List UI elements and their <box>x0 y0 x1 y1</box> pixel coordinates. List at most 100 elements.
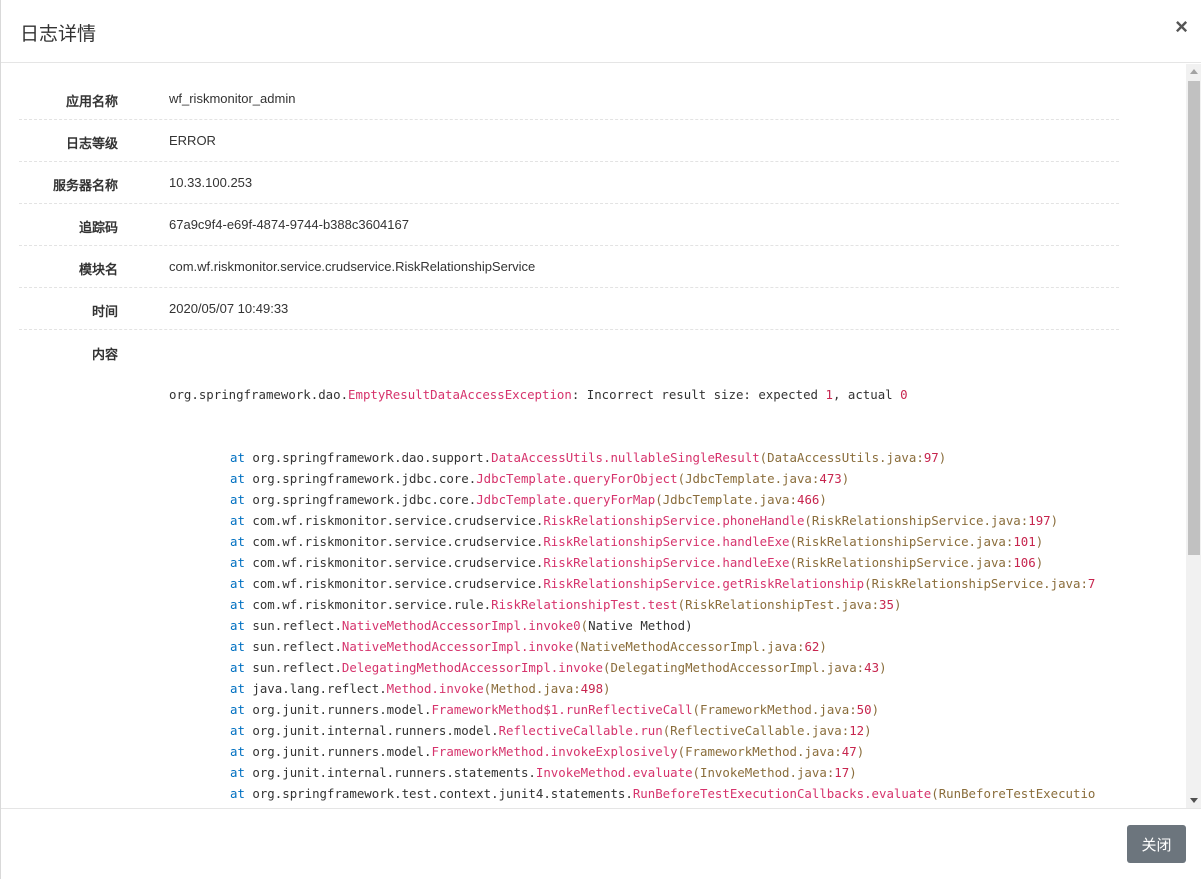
stack-frame: at org.junit.internal.runners.statements… <box>169 762 1121 783</box>
exception-package: org.springframework.dao. <box>169 387 349 402</box>
modal-title: 日志详情 <box>20 24 97 45</box>
frame-file: Native Method <box>588 618 686 633</box>
stack-frame: at org.junit.runners.model.FrameworkMeth… <box>169 699 1121 720</box>
field-value: ERROR <box>169 133 216 148</box>
at-keyword: at <box>230 639 245 654</box>
paren: ( <box>677 744 686 759</box>
modal-body[interactable]: 应用名称 wf_riskmonitor_admin 日志等级 ERROR 服务器… <box>1 64 1186 808</box>
field-label: 日志等级 <box>65 136 118 151</box>
frame-method: DataAccessUtils.nullableSingleResult <box>491 450 760 465</box>
colon: : <box>1080 576 1088 591</box>
frame-method: RiskRelationshipService.handleExe <box>543 534 790 549</box>
exception-message: : Incorrect result size: expected <box>571 387 826 402</box>
close-icon[interactable]: × <box>1175 14 1188 40</box>
frame-line: 43 <box>864 660 880 675</box>
paren: ( <box>804 513 812 528</box>
modal-footer: 关闭 <box>1 808 1201 879</box>
field-row-server-name: 服务器名称 10.33.100.253 <box>19 162 1119 204</box>
paren: ( <box>677 471 686 486</box>
log-detail-modal: 日志详情 × 应用名称 wf_riskmonitor_admin 日志等级 ER… <box>0 0 1201 879</box>
paren: ( <box>692 765 700 780</box>
at-keyword: at <box>230 513 245 528</box>
scroll-thumb[interactable] <box>1188 81 1200 555</box>
actual-count: 0 <box>900 387 908 402</box>
scroll-down-arrow-icon[interactable] <box>1190 798 1198 803</box>
frame-line: 97 <box>923 450 939 465</box>
frame-method: FrameworkMethod.invokeExplosively <box>431 744 678 759</box>
frame-file: JdbcTemplate.java <box>662 492 790 507</box>
modal-header: 日志详情 × <box>1 0 1201 63</box>
paren: ( <box>864 576 872 591</box>
frame-package: org.springframework.jdbc.core. <box>252 492 477 507</box>
at-keyword: at <box>230 534 245 549</box>
stack-frame: at org.springframework.jdbc.core.JdbcTem… <box>169 489 1121 510</box>
frame-method: FrameworkMethod$1.runReflectiveCall <box>431 702 693 717</box>
frame-line: 47 <box>841 744 857 759</box>
stack-frame: at com.wf.riskmonitor.service.crudservic… <box>169 510 1121 531</box>
field-row-trace-id: 追踪码 67a9c9f4-e69f-4874-9744-b388c3604167 <box>19 204 1119 246</box>
frame-line: 473 <box>819 471 842 486</box>
frame-line: 35 <box>879 597 894 612</box>
stack-frame: at sun.reflect.NativeMethodAccessorImpl.… <box>169 636 1121 657</box>
stack-header-line: org.springframework.dao.EmptyResultDataA… <box>169 384 1121 405</box>
stack-frame: at org.junit.internal.runners.model.Refl… <box>169 720 1121 741</box>
frame-file: JdbcTemplate.java <box>685 471 812 486</box>
frame-package: com.wf.riskmonitor.service.crudservice. <box>252 576 544 591</box>
frame-method: NativeMethodAccessorImpl.invoke <box>341 639 574 654</box>
colon: : <box>849 702 857 717</box>
frame-file: ReflectiveCallable.java <box>670 723 842 738</box>
frame-line: 197 <box>1028 513 1051 528</box>
paren: ) <box>1035 555 1044 570</box>
field-value: 2020/05/07 10:49:33 <box>169 301 289 316</box>
frame-method: NativeMethodAccessorImpl.invoke0 <box>341 618 581 633</box>
exception-separator: , actual <box>832 387 901 402</box>
paren: ) <box>685 618 693 633</box>
at-keyword: at <box>230 618 245 633</box>
frame-package: org.springframework.jdbc.core. <box>252 471 477 486</box>
field-label: 服务器名称 <box>52 178 118 193</box>
at-keyword: at <box>230 765 245 780</box>
at-keyword: at <box>230 450 245 465</box>
frame-file: RunBeforeTestExecutio <box>938 786 1096 801</box>
frame-package: org.junit.internal.runners.statements. <box>252 765 536 780</box>
frame-file: RiskRelationshipService.java <box>796 555 1006 570</box>
frame-package: org.springframework.dao.support. <box>252 450 492 465</box>
paren: ( <box>789 555 797 570</box>
stack-frame: at com.wf.riskmonitor.service.crudservic… <box>169 552 1121 573</box>
frame-method: InvokeMethod.evaluate <box>535 765 693 780</box>
frame-package: org.junit.runners.model. <box>252 744 432 759</box>
frame-file: RiskRelationshipService.java <box>811 513 1021 528</box>
at-keyword: at <box>230 681 245 696</box>
frame-line: 101 <box>1013 534 1036 549</box>
frame-file: DataAccessUtils.java <box>767 450 917 465</box>
frame-method: ReflectiveCallable.run <box>498 723 663 738</box>
paren: ( <box>580 618 589 633</box>
stack-frame: at com.wf.riskmonitor.service.crudservic… <box>169 531 1121 552</box>
expected-count: 1 <box>825 387 833 402</box>
frame-method: Method.invoke <box>386 681 484 696</box>
paren: ) <box>603 681 611 696</box>
at-keyword: at <box>230 471 245 486</box>
at-keyword: at <box>230 555 245 570</box>
paren: ) <box>849 765 857 780</box>
at-keyword: at <box>230 723 245 738</box>
frame-file: FrameworkMethod.java <box>700 702 850 717</box>
paren: ) <box>938 450 947 465</box>
frame-line: 62 <box>804 639 820 654</box>
frame-file: FrameworkMethod.java <box>685 744 835 759</box>
frame-file: RiskRelationshipTest.java <box>685 597 872 612</box>
paren: ( <box>573 639 581 654</box>
at-keyword: at <box>230 786 245 801</box>
paren: ) <box>856 744 865 759</box>
exception-class: EmptyResultDataAccessException <box>348 387 572 402</box>
colon: : <box>916 450 924 465</box>
frame-package: org.springframework.test.context.junit4.… <box>252 786 633 801</box>
field-row-time: 时间 2020/05/07 10:49:33 <box>19 288 1119 330</box>
scroll-up-arrow-icon[interactable] <box>1190 69 1198 74</box>
paren: ) <box>879 660 887 675</box>
vertical-scrollbar[interactable] <box>1186 64 1201 808</box>
field-value: wf_riskmonitor_admin <box>169 91 296 106</box>
field-label: 追踪码 <box>78 220 118 235</box>
close-button[interactable]: 关闭 <box>1127 825 1186 863</box>
stack-frame: at org.springframework.test.context.juni… <box>169 783 1121 804</box>
